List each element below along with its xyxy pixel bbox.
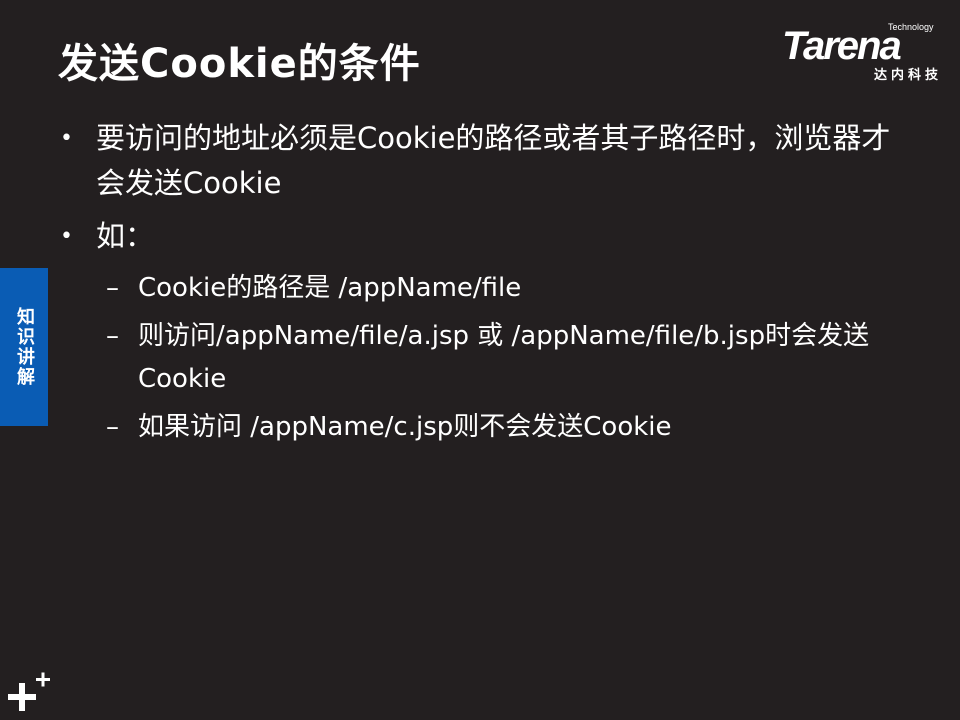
logo-subtitle: 达内科技 bbox=[873, 68, 942, 83]
bullet-text: 如： bbox=[96, 219, 155, 253]
logo-name: Tarena bbox=[782, 24, 902, 68]
bullet-list: • 要访问的地址必须是Cookie的路径或者其子路径时，浏览器才会发送Cooki… bbox=[58, 116, 898, 454]
slide-title: 发送Cookie的条件 bbox=[58, 41, 421, 87]
bullet-marker: • bbox=[60, 224, 73, 249]
sub-bullet-item: – Cookie的路径是 /appName/file bbox=[58, 267, 898, 310]
sub-bullet-marker: – bbox=[106, 273, 119, 303]
bullet-text: 要访问的地址必须是Cookie的路径或者其子路径时，浏览器才会发送Cookie bbox=[96, 121, 891, 200]
sub-bullet-text: Cookie的路径是 /appName/file bbox=[138, 273, 522, 303]
tarena-logo: Tarena Technology 达内科技 bbox=[780, 22, 946, 84]
bullet-item: • 要访问的地址必须是Cookie的路径或者其子路径时，浏览器才会发送Cooki… bbox=[58, 116, 898, 206]
bullet-item: • 如： bbox=[58, 214, 898, 259]
sub-bullet-item: – 如果访问 /appName/c.jsp则不会发送Cookie bbox=[58, 406, 898, 449]
bullet-marker: • bbox=[60, 126, 73, 151]
sub-bullet-text: 则访问/appName/file/a.jsp 或 /appName/file/b… bbox=[138, 321, 870, 394]
sub-bullet-item: – 则访问/appName/file/a.jsp 或 /appName/file… bbox=[58, 315, 898, 401]
logo-tagline: Technology bbox=[888, 22, 934, 32]
sub-bullet-marker: – bbox=[106, 412, 119, 442]
plus-plus-icon bbox=[8, 672, 50, 711]
slide: 发送Cookie的条件 Tarena Technology 达内科技 知识讲解 … bbox=[0, 0, 960, 720]
sub-bullet-text: 如果访问 /appName/c.jsp则不会发送Cookie bbox=[138, 412, 672, 442]
sub-bullet-marker: – bbox=[106, 321, 119, 351]
side-tab-label: 知识讲解 bbox=[14, 307, 35, 387]
side-tab-knowledge: 知识讲解 bbox=[0, 268, 48, 426]
